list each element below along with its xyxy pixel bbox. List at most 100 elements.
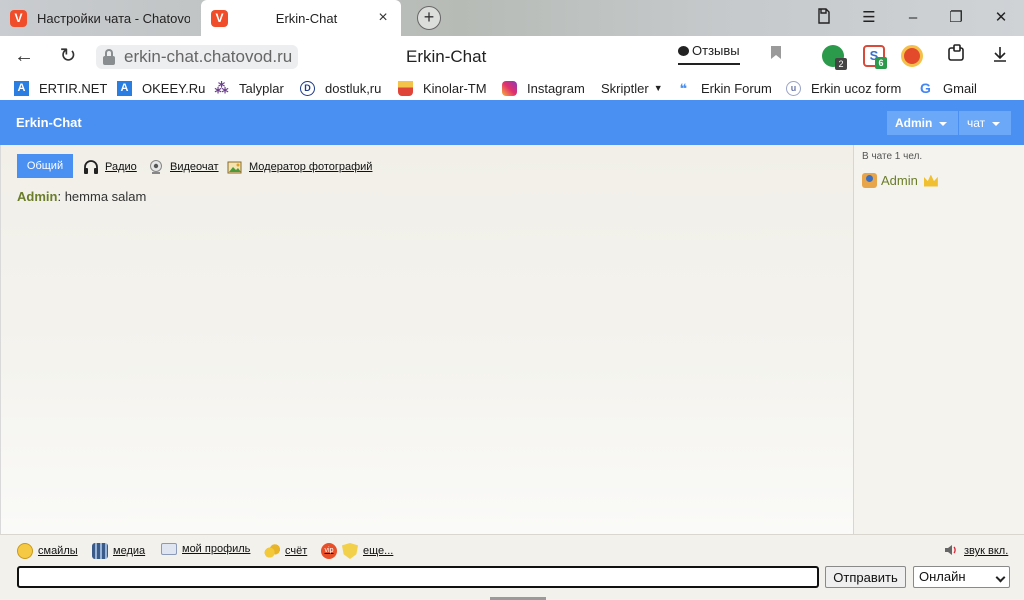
photo-moderator-link[interactable]: Модератор фотографий: [227, 159, 372, 175]
webcam-icon: [148, 159, 164, 175]
smileys-label: смайлы: [38, 545, 78, 557]
extension-badge: 2: [835, 58, 847, 70]
restore-window-icon[interactable]: ❐: [945, 8, 967, 28]
bookmark-instagram[interactable]: Instagram: [502, 79, 585, 97]
bookmark-label: OKEEY.Ru: [142, 80, 206, 96]
media-link[interactable]: медиа: [92, 543, 145, 559]
send-button[interactable]: Отправить: [825, 566, 906, 588]
more-link[interactable]: vip еще...: [321, 543, 393, 559]
url-text: erkin-chat.chatovod.ru: [124, 47, 293, 66]
radio-link[interactable]: Радио: [83, 159, 137, 175]
chevron-down-icon: [995, 572, 1006, 583]
message-input[interactable]: [17, 566, 819, 588]
profile-card-icon: [161, 543, 177, 555]
account-link[interactable]: счёт: [264, 543, 307, 559]
instagram-icon: [502, 80, 517, 96]
chat-brand-title[interactable]: Erkin-Chat: [16, 115, 82, 130]
d-circle-icon: D: [300, 80, 315, 96]
account-label: счёт: [285, 545, 308, 557]
sound-toggle[interactable]: звук вкл.: [944, 543, 1008, 559]
bookmark-gmail[interactable]: G Gmail: [918, 79, 977, 97]
videochat-label: Видеочат: [170, 161, 219, 173]
smiley-icon: [17, 543, 33, 559]
vip-shield-icon: [342, 543, 358, 559]
browser-navigation-bar: ← ↻ erkin-chat.chatovod.ru Erkin-Chat От…: [0, 36, 1024, 76]
vip-icon: vip: [321, 543, 337, 559]
feedback-button[interactable]: Отзывы: [678, 43, 740, 58]
videochat-link[interactable]: Видеочат: [148, 159, 219, 175]
chat-messages-area: Общий Радио Видеочат Модератор фотографи…: [0, 145, 853, 534]
media-label: медиа: [113, 545, 146, 557]
admin-menu-button[interactable]: Admin: [887, 111, 958, 135]
new-tab-button[interactable]: +: [417, 6, 441, 30]
chevron-down-icon: [939, 121, 948, 126]
vivaldi-logo-icon: V: [10, 9, 27, 27]
bookmark-erkin-forum[interactable]: ❝ Erkin Forum: [676, 79, 772, 97]
photo-moderator-icon: [227, 159, 243, 175]
online-user[interactable]: Admin: [862, 173, 938, 188]
bookmark-folder-skriptler[interactable]: Skriptler ▼: [601, 79, 663, 97]
my-profile-link[interactable]: мой профиль: [161, 543, 250, 555]
chat-header: Erkin-Chat Admin чат: [0, 100, 1024, 145]
bookmark-dostluk[interactable]: D dostluk,ru: [300, 79, 381, 97]
address-bar[interactable]: erkin-chat.chatovod.ru: [96, 45, 299, 69]
online-user-name: Admin: [881, 173, 918, 188]
tab-title: Настройки чата - Chatovod: [37, 10, 190, 26]
browser-tab-settings[interactable]: V Настройки чата - Chatovod: [0, 0, 200, 36]
minimize-window-icon[interactable]: –: [902, 8, 924, 28]
bookmark-ertir[interactable]: A ERTIR.NET: [14, 79, 107, 97]
bookmark-label: Skriptler: [601, 80, 649, 96]
online-users-sidebar: В чате 1 чел. Admin: [853, 145, 1024, 534]
bookmark-panel-icon[interactable]: [813, 8, 835, 28]
google-icon: G: [920, 79, 931, 96]
bookmark-kinolar[interactable]: Kinolar-TM: [398, 79, 487, 97]
chat-menu-label: чат: [967, 116, 986, 130]
bookmark-talyplar[interactable]: ⁂ Talyplar: [214, 79, 284, 97]
sound-label: звук вкл.: [964, 545, 1009, 557]
admin-menu-label: Admin: [895, 116, 933, 130]
shield-extension-icon[interactable]: 2: [822, 45, 847, 70]
bookmark-label: Erkin ucoz form: [811, 80, 902, 96]
message-text: hemma salam: [64, 189, 147, 204]
chat-menu-button[interactable]: чат: [959, 111, 1011, 135]
grapes-icon: ⁂: [214, 79, 229, 96]
back-arrow-icon[interactable]: ←: [12, 44, 36, 68]
bookmark-okeey[interactable]: A OKEEY.Ru: [117, 79, 205, 97]
tab-general-room[interactable]: Общий: [17, 154, 73, 178]
status-select[interactable]: Онлайн: [913, 566, 1010, 588]
reload-icon[interactable]: ↻: [56, 44, 80, 68]
bookmark-erkin-ucoz[interactable]: u Erkin ucoz form: [786, 79, 901, 97]
bookmark-label: Erkin Forum: [701, 80, 772, 96]
coins-icon: [264, 543, 280, 559]
bookmark-label: Talyplar: [239, 80, 284, 96]
browser-tab-erkin-chat[interactable]: V Erkin-Chat ×: [201, 0, 401, 36]
bookmark-label: Gmail: [943, 80, 977, 96]
ucoz-icon: u: [786, 80, 801, 96]
extension-badge: 6: [875, 57, 887, 69]
chevron-down-icon: [992, 121, 1001, 126]
radio-label: Радио: [105, 161, 137, 173]
feedback-label: Отзывы: [692, 43, 740, 58]
lock-icon: [100, 48, 118, 66]
online-count: В чате 1 чел.: [862, 151, 923, 162]
bookmark-label: ERTIR.NET: [39, 80, 108, 96]
folder-dropdown-icon: ▼: [653, 83, 663, 93]
page-title: Erkin-Chat: [406, 47, 487, 66]
tab-title: Erkin-Chat: [275, 10, 338, 26]
close-window-icon[interactable]: ✕: [990, 8, 1012, 28]
download-icon[interactable]: [988, 44, 1012, 68]
photo-moderator-label: Модератор фотографий: [249, 161, 373, 173]
bookmark-icon[interactable]: [764, 44, 788, 68]
crown-icon: [923, 174, 938, 187]
close-tab-icon[interactable]: ×: [375, 10, 391, 26]
s-extension-icon[interactable]: S 6: [863, 45, 887, 69]
my-profile-label: мой профиль: [182, 543, 251, 555]
status-value: Онлайн: [919, 569, 966, 584]
bookmark-label: dostluk,ru: [325, 80, 382, 96]
chat-bubbles-icon: ❝: [679, 80, 688, 96]
extensions-puzzle-icon[interactable]: [944, 44, 968, 68]
menu-icon[interactable]: ☰: [858, 8, 880, 28]
record-extension-icon[interactable]: [901, 45, 923, 67]
message-nick[interactable]: Admin: [17, 189, 57, 204]
smileys-link[interactable]: смайлы: [17, 543, 78, 559]
